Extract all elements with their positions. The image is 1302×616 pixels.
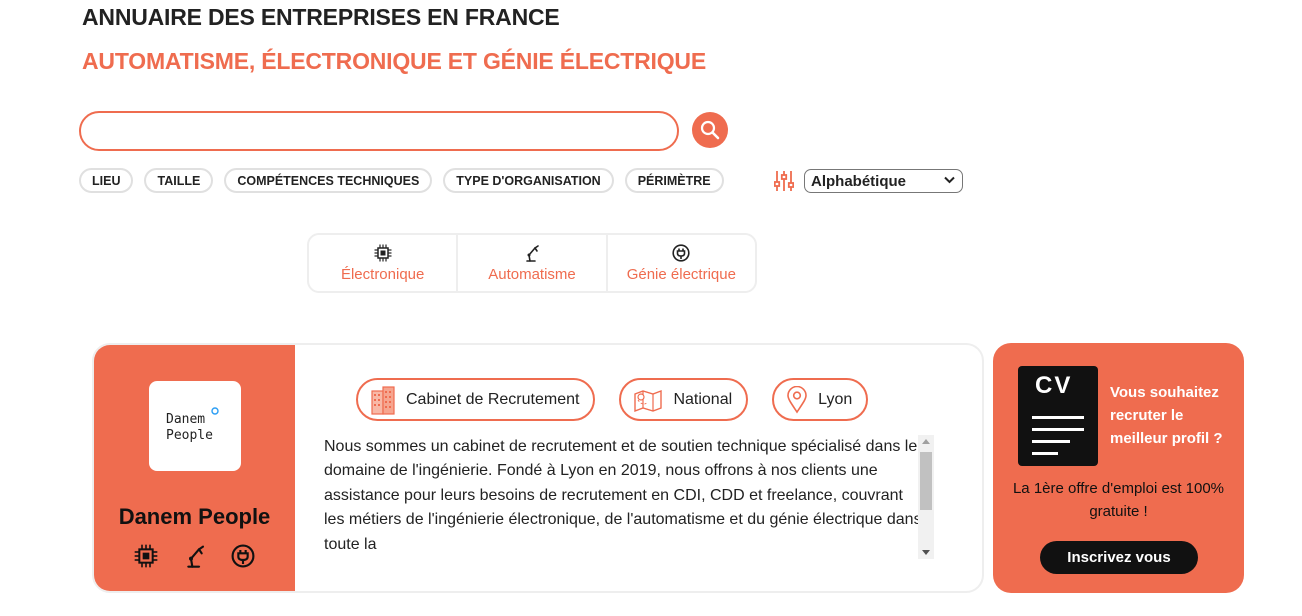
search-button[interactable]	[692, 112, 728, 148]
company-name[interactable]: Danem People	[94, 504, 295, 530]
filter-competences-techniques[interactable]: COMPÉTENCES TECHNIQUES	[224, 168, 433, 193]
sliders-icon[interactable]	[774, 170, 794, 192]
chevron-down-icon	[944, 176, 955, 184]
category-label: Automatisme	[488, 265, 576, 283]
filter-perimetre[interactable]: PÉRIMÈTRE	[624, 168, 724, 193]
cv-icon: CV	[1018, 366, 1098, 466]
tag-perimetre[interactable]: National	[619, 378, 749, 421]
sort-select-value: Alphabétique	[811, 172, 907, 190]
promo-subtitle: La 1ère offre d'emploi est 100% gratuite…	[1012, 480, 1225, 520]
category-electronique[interactable]: Électronique	[309, 235, 459, 291]
filter-type-organisation[interactable]: TYPE D'ORGANISATION	[443, 168, 614, 193]
recruit-promo-card: CV Vous souhaitez recruter le meilleur p…	[993, 343, 1244, 593]
map-icon	[634, 389, 663, 412]
tag-label: National	[673, 390, 733, 408]
chip-icon	[134, 544, 158, 568]
plug-icon	[231, 544, 255, 568]
scroll-thumb[interactable]	[920, 452, 932, 510]
robot-arm-icon	[526, 244, 539, 262]
chip-icon	[374, 244, 392, 261]
signup-button[interactable]: Inscrivez vous	[1040, 541, 1198, 574]
page-title: ANNUAIRE DES ENTREPRISES EN FRANCE	[82, 4, 560, 30]
robot-arm-icon	[186, 545, 204, 568]
logo-line-1: Danem	[166, 412, 205, 427]
description-scrollbar[interactable]	[918, 435, 934, 559]
plug-icon	[672, 243, 690, 262]
category-label: Génie électrique	[626, 265, 736, 283]
page-subtitle: AUTOMATISME, ÉLECTRONIQUE ET GÉNIE ÉLECT…	[82, 48, 706, 74]
filter-bar: LIEU TAILLE COMPÉTENCES TECHNIQUES TYPE …	[79, 168, 724, 193]
category-genie-electrique[interactable]: Génie électrique	[608, 235, 755, 291]
filter-lieu[interactable]: LIEU	[79, 168, 134, 193]
category-automatisme[interactable]: Automatisme	[458, 235, 608, 291]
company-skill-icons	[134, 544, 255, 568]
tag-organisation-type[interactable]: Cabinet de Recrutement	[356, 378, 596, 421]
scroll-down-arrow[interactable]	[922, 550, 930, 555]
tag-label: Lyon	[818, 390, 853, 408]
building-icon	[371, 385, 395, 415]
promo-title: Vous souhaitez recruter le meilleur prof…	[1110, 384, 1223, 447]
category-label: Électronique	[340, 265, 425, 283]
company-tags: Cabinet de Recrutement National Lyon	[356, 378, 869, 421]
tag-label: Cabinet de Recrutement	[406, 390, 580, 408]
category-tabs: Électronique Automatisme Génie électriqu…	[307, 233, 757, 293]
company-description-scroll[interactable]: Nous sommes un cabinet de recrutement et…	[324, 435, 936, 559]
search-icon	[700, 120, 720, 140]
cv-icon-label: CV	[1035, 372, 1073, 399]
location-pin-icon	[787, 385, 807, 413]
tag-lieu[interactable]: Lyon	[772, 378, 869, 421]
logo-line-2: People	[166, 428, 213, 443]
filter-taille[interactable]: TAILLE	[144, 168, 214, 193]
company-description: Nous sommes un cabinet de recrutement et…	[324, 438, 922, 553]
scroll-up-arrow[interactable]	[922, 439, 930, 444]
company-card[interactable]: Danem People Danem People Cabinet de Rec…	[92, 343, 984, 593]
search-input[interactable]	[79, 111, 679, 151]
company-logo: Danem People	[149, 381, 241, 471]
company-card-sidebar: Danem People Danem People	[94, 345, 295, 591]
sort-select[interactable]: Alphabétique	[804, 169, 963, 193]
